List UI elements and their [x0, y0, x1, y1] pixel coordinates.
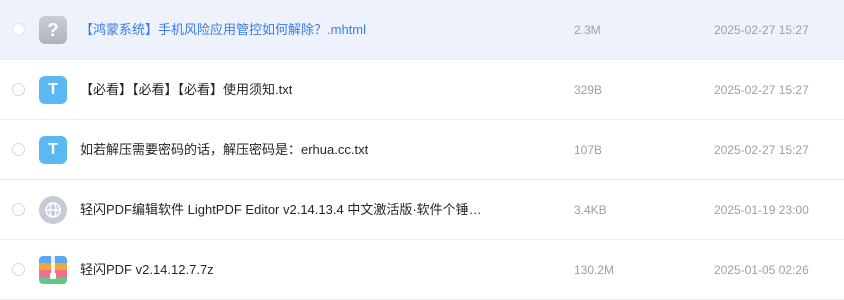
file-size: 2.3M: [574, 23, 601, 37]
text-file-glyph: T: [48, 81, 58, 98]
file-name[interactable]: 轻闪PDF v2.14.12.7.7z: [80, 261, 214, 279]
text-file-icon: T: [39, 136, 67, 164]
text-file-icon: T: [39, 76, 67, 104]
file-date: 2025-02-27 15:27: [714, 23, 809, 37]
row-checkbox[interactable]: [12, 23, 25, 36]
file-name[interactable]: 如若解压需要密码的话，解压密码是：erhua.cc.txt: [80, 141, 368, 159]
unknown-file-icon: ?: [39, 16, 67, 44]
file-name[interactable]: 【必看】【必看】【必看】使用须知.txt: [80, 81, 292, 99]
file-row[interactable]: T 如若解压需要密码的话，解压密码是：erhua.cc.txt 107B 202…: [0, 120, 844, 180]
globe-icon: [45, 202, 61, 218]
file-name[interactable]: 【鸿蒙系统】手机风险应用管控如何解除？.mhtml: [80, 21, 366, 39]
file-date: 2025-01-19 23:00: [714, 203, 809, 217]
file-date: 2025-01-05 02:26: [714, 263, 809, 277]
file-size: 329B: [574, 83, 603, 97]
file-date: 2025-02-27 15:27: [714, 83, 809, 97]
unknown-file-glyph: ?: [47, 19, 59, 40]
zip-stripes-icon: [39, 256, 67, 284]
file-size: 107B: [574, 143, 603, 157]
archive-file-icon: [39, 256, 67, 284]
file-size: 130.2M: [574, 263, 615, 277]
file-size: 3.4KB: [574, 203, 607, 217]
row-checkbox[interactable]: [12, 83, 25, 96]
file-list: ? 【鸿蒙系统】手机风险应用管控如何解除？.mhtml 2.3M 2025-02…: [0, 0, 844, 300]
row-checkbox[interactable]: [12, 263, 25, 276]
text-file-glyph: T: [48, 141, 58, 158]
row-checkbox[interactable]: [12, 143, 25, 156]
file-name[interactable]: 轻闪PDF编辑软件 LightPDF Editor v2.14.13.4 中文激…: [80, 201, 482, 219]
file-row[interactable]: T 【必看】【必看】【必看】使用须知.txt 329B 2025-02-27 1…: [0, 60, 844, 120]
file-date: 2025-02-27 15:27: [714, 143, 809, 157]
file-row[interactable]: 轻闪PDF编辑软件 LightPDF Editor v2.14.13.4 中文激…: [0, 180, 844, 240]
file-row[interactable]: 轻闪PDF v2.14.12.7.7z 130.2M 2025-01-05 02…: [0, 240, 844, 300]
web-link-icon: [39, 196, 67, 224]
file-row[interactable]: ? 【鸿蒙系统】手机风险应用管控如何解除？.mhtml 2.3M 2025-02…: [0, 0, 844, 60]
row-checkbox[interactable]: [12, 203, 25, 216]
